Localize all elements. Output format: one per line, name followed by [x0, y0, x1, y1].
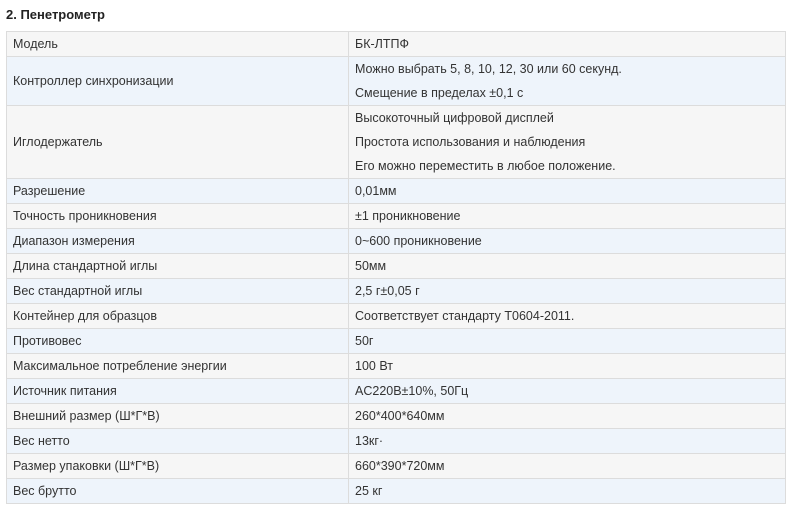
table-row: Диапазон измерения 0~600 проникновение	[6, 228, 786, 254]
row-value-line: 25 кг	[355, 484, 383, 498]
row-value: Можно выбрать 5, 8, 10, 12, 30 или 60 се…	[348, 56, 786, 106]
row-label: Внешний размер (Ш*Г*В)	[6, 403, 349, 429]
table-row: Максимальное потребление энергии 100 Вт	[6, 353, 786, 379]
row-label: Вес нетто	[6, 428, 349, 454]
row-value: 660*390*720мм	[348, 453, 786, 479]
table-row: Контейнер для образцов Соответствует стан…	[6, 303, 786, 329]
spec-table-body: Модель БК-ЛТПФ Контроллер синхронизации Мож…	[6, 31, 786, 504]
row-value-line: Простота использования и наблюдения	[355, 135, 586, 149]
table-row: Разрешение 0,01мм	[6, 178, 786, 204]
row-label: Диапазон измерения	[6, 228, 349, 254]
row-value-line: Его можно переместить в любое положение.	[355, 159, 616, 173]
table-row: Вес стандартной иглы 2,5 г±0,05 г	[6, 278, 786, 304]
row-value: БК-ЛТПФ	[348, 31, 786, 57]
row-value-line: Смещение в пределах ±0,1 с	[355, 86, 524, 100]
row-label: Разрешение	[6, 178, 349, 204]
row-value-line: 660*390*720мм	[355, 459, 445, 473]
row-value-line: 2,5 г±0,05 г	[355, 284, 420, 298]
row-label: Иглодержатель	[6, 105, 349, 179]
table-row: Контроллер синхронизации Можно выбрать 5,…	[6, 56, 786, 106]
table-row: Иглодержатель Высокоточный цифровой диспл…	[6, 105, 786, 179]
row-value: 13кг·	[348, 428, 786, 454]
row-value-line: 0,01мм	[355, 184, 397, 198]
row-value: 2,5 г±0,05 г	[348, 278, 786, 304]
table-row: Вес нетто 13кг·	[6, 428, 786, 454]
row-value: 0~600 проникновение	[348, 228, 786, 254]
row-value-line: ±1 проникновение	[355, 209, 461, 223]
row-value: AC220В±10%, 50Гц	[348, 378, 786, 404]
row-value-line: 100 Вт	[355, 359, 393, 373]
row-value: Соответствует стандарту T0604-2011.	[348, 303, 786, 329]
table-row: Внешний размер (Ш*Г*В) 260*400*640мм	[6, 403, 786, 429]
row-value-line: Соответствует стандарту T0604-2011.	[355, 309, 575, 323]
row-value-line: Можно выбрать 5, 8, 10, 12, 30 или 60 се…	[355, 62, 622, 76]
row-label: Источник питания	[6, 378, 349, 404]
row-value: 50мм	[348, 253, 786, 279]
row-value-line: AC220В±10%, 50Гц	[355, 384, 469, 398]
row-label: Контейнер для образцов	[6, 303, 349, 329]
row-value-line: 50мм	[355, 259, 387, 273]
row-label: Вес брутто	[6, 478, 349, 504]
table-row: Противовес 50г	[6, 328, 786, 354]
spec-table: Модель БК-ЛТПФ Контроллер синхронизации Мож…	[6, 31, 786, 504]
row-value: 0,01мм	[348, 178, 786, 204]
row-label: Модель	[6, 31, 349, 57]
row-value: 260*400*640мм	[348, 403, 786, 429]
row-value: 50г	[348, 328, 786, 354]
row-label: Максимальное потребление энергии	[6, 353, 349, 379]
table-row: Источник питания AC220В±10%, 50Гц	[6, 378, 786, 404]
row-label: Вес стандартной иглы	[6, 278, 349, 304]
row-label: Противовес	[6, 328, 349, 354]
table-row: Модель БК-ЛТПФ	[6, 31, 786, 57]
table-row: Точность проникновения ±1 проникновение	[6, 203, 786, 229]
row-label: Контроллер синхронизации	[6, 56, 349, 106]
row-value-line: Высокоточный цифровой дисплей	[355, 111, 554, 125]
row-value-line: 50г	[355, 334, 374, 348]
row-value: 25 кг	[348, 478, 786, 504]
row-label: Длина стандартной иглы	[6, 253, 349, 279]
row-value: Высокоточный цифровой дисплей Простота ис…	[348, 105, 786, 179]
row-value-line: БК-ЛТПФ	[355, 37, 409, 51]
row-label: Размер упаковки (Ш*Г*В)	[6, 453, 349, 479]
row-value-line: 13кг·	[355, 434, 384, 448]
row-value: ±1 проникновение	[348, 203, 786, 229]
table-row: Размер упаковки (Ш*Г*В) 660*390*720мм	[6, 453, 786, 479]
row-value-line: 0~600 проникновение	[355, 234, 482, 248]
row-label: Точность проникновения	[6, 203, 349, 229]
row-value: 100 Вт	[348, 353, 786, 379]
table-row: Вес брутто 25 кг	[6, 478, 786, 504]
row-value-line: 260*400*640мм	[355, 409, 445, 423]
section-title: 2. Пенетрометр	[6, 7, 105, 22]
table-row: Длина стандартной иглы 50мм	[6, 253, 786, 279]
